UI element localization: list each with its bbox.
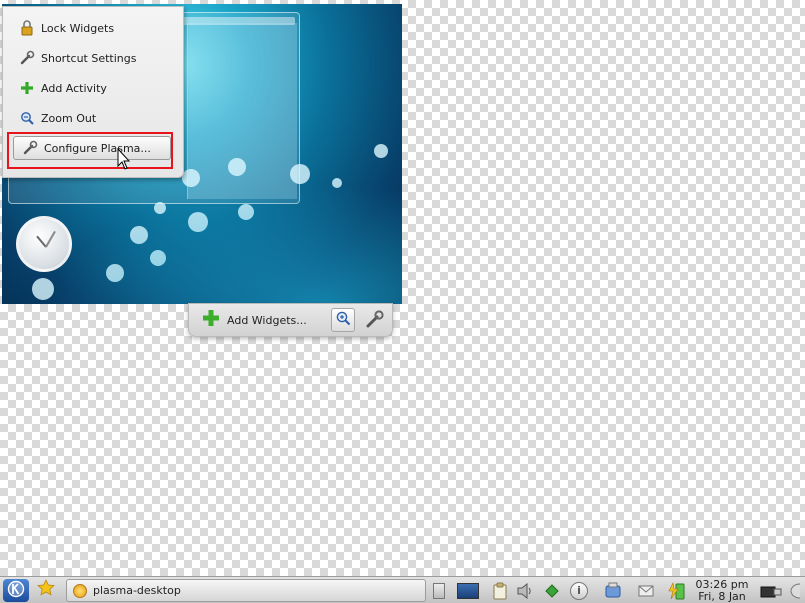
wrench-icon — [365, 309, 385, 333]
bokeh-light — [106, 264, 124, 282]
bokeh-light — [332, 178, 342, 188]
desktop-toolbox: Add Widgets... — [188, 303, 393, 337]
wrench-icon — [19, 50, 35, 66]
clock-date: Fri, 8 Jan — [698, 589, 746, 603]
analog-clock-widget[interactable] — [16, 216, 72, 272]
bokeh-light — [32, 278, 54, 300]
notifications-tray-icon[interactable]: i — [568, 579, 590, 602]
pager-icon — [433, 582, 445, 599]
plasma-app-icon — [73, 583, 87, 598]
clock-hour-hand — [36, 235, 47, 248]
menu-item-label: Shortcut Settings — [41, 51, 137, 65]
bokeh-light — [374, 144, 388, 158]
volume-tray-icon[interactable] — [515, 579, 535, 602]
favorites-star-button[interactable] — [33, 579, 59, 602]
menu-item-label: Zoom Out — [41, 111, 97, 125]
configure-toolbox-button[interactable] — [363, 309, 387, 333]
taskbar-task-plasma-desktop[interactable]: plasma-desktop — [66, 579, 426, 602]
add-widgets-button[interactable]: Add Widgets... — [201, 308, 307, 332]
digital-clock[interactable]: 03:26 pm Fri, 8 Jan — [692, 577, 752, 603]
menu-item-shortcut-settings[interactable]: Shortcut Settings — [11, 45, 177, 71]
annotation-highlight-box — [7, 132, 173, 169]
clipboard-tray-icon[interactable] — [490, 579, 510, 602]
mouse-pointer-icon — [117, 147, 131, 172]
menu-item-label: Add Activity — [41, 81, 107, 95]
clock-time: 03:26 pm — [695, 577, 749, 591]
bokeh-light — [290, 164, 310, 184]
menu-item-add-activity[interactable]: Add Activity — [11, 75, 177, 101]
pager-desktop-1[interactable] — [430, 579, 448, 602]
battery-tray-icon[interactable] — [664, 579, 688, 602]
lock-logout-tray-icon[interactable] — [758, 579, 784, 602]
menu-item-lock-widgets[interactable]: Lock Widgets — [11, 15, 177, 41]
add-widgets-label: Add Widgets... — [227, 313, 307, 327]
bokeh-light — [154, 202, 166, 214]
info-icon: i — [570, 581, 588, 600]
pager-active-icon — [457, 582, 479, 599]
bokeh-light — [150, 250, 166, 266]
panel-toolbox-icon[interactable] — [787, 579, 803, 602]
application-launcher-button[interactable] — [3, 579, 29, 602]
device-notifier-tray-icon[interactable] — [602, 579, 624, 602]
zoom-out-icon — [19, 110, 35, 126]
lock-icon — [19, 20, 35, 36]
pager-desktop-2[interactable] — [454, 579, 482, 602]
mail-tray-icon[interactable] — [636, 579, 656, 602]
zoom-in-button[interactable] — [331, 308, 355, 332]
bokeh-light — [188, 212, 208, 232]
folder-view-panel — [187, 23, 297, 199]
zoom-in-icon — [335, 310, 351, 330]
plus-icon — [19, 80, 35, 96]
bokeh-light — [130, 226, 148, 244]
taskbar: plasma-desktop i 03:26 pm Fri, 8 Jan — [0, 576, 805, 603]
task-label: plasma-desktop — [93, 584, 181, 597]
menu-item-label: Lock Widgets — [41, 21, 115, 35]
plus-icon — [201, 308, 221, 332]
kde-logo-icon — [7, 580, 25, 602]
clock-minute-hand — [45, 230, 56, 248]
bokeh-light — [228, 158, 246, 176]
star-icon — [36, 578, 56, 603]
network-tray-icon[interactable] — [542, 579, 562, 602]
bokeh-light — [238, 204, 254, 220]
bokeh-light — [182, 169, 200, 187]
menu-item-zoom-out[interactable]: Zoom Out — [11, 105, 177, 131]
